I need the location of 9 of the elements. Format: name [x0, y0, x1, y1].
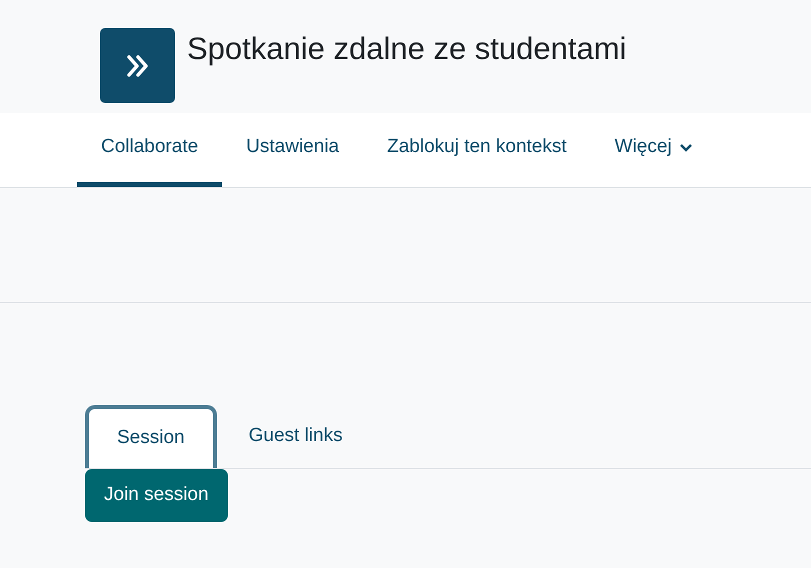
join-session-button[interactable]: Join session	[85, 469, 228, 522]
nav-tab[interactable]: Collaborate	[77, 113, 222, 187]
chevron-down-icon	[680, 144, 692, 152]
tab[interactable]: Session	[85, 405, 217, 468]
nav-tab[interactable]: Ustawienia	[222, 113, 364, 187]
nav-tab[interactable]: Zablokuj ten kontekst	[363, 113, 591, 187]
page-title: Spotkanie zdalne ze studentami	[187, 33, 626, 64]
nav-tab[interactable]: Więcej	[590, 113, 716, 187]
tab[interactable]: Guest links	[216, 405, 375, 468]
